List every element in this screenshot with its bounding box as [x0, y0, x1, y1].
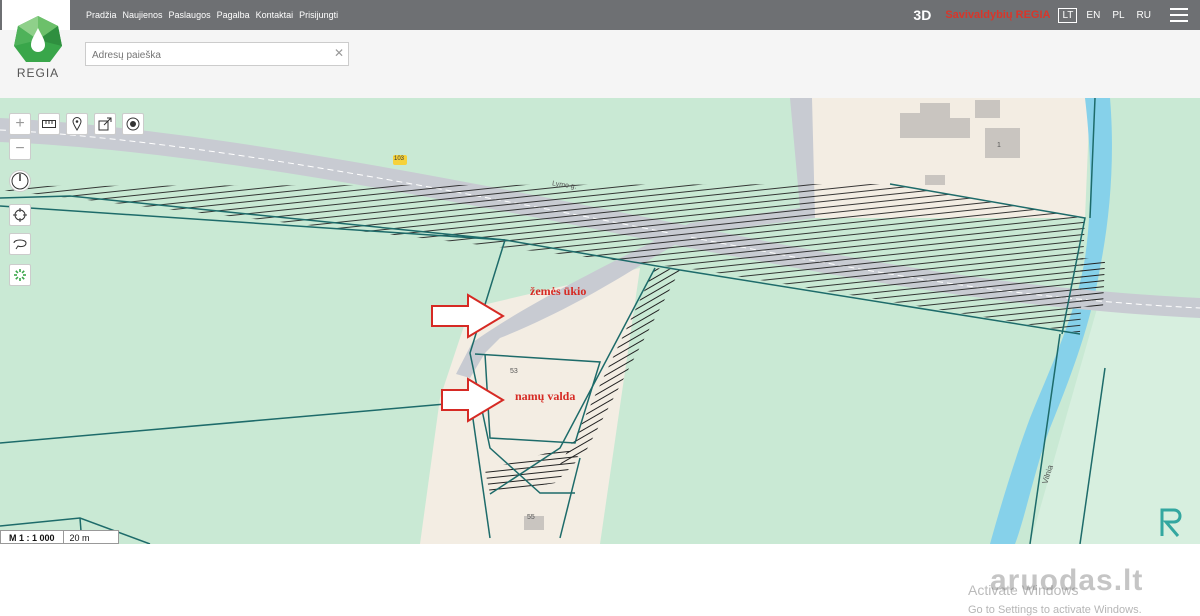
land-use-label: žemės ūkio — [530, 284, 587, 298]
nav-pradzia[interactable]: Pradžia — [86, 10, 117, 20]
address-search: ✕ — [85, 42, 349, 66]
map-pin-icon — [72, 117, 82, 131]
regia-logo-icon — [14, 16, 62, 62]
share-button[interactable] — [94, 113, 116, 135]
activate-windows-title: Activate Windows — [968, 582, 1079, 598]
plus-icon: + — [15, 115, 25, 132]
lang-lt[interactable]: LT — [1058, 7, 1078, 23]
ruler-icon — [42, 120, 56, 128]
map-canvas[interactable]: 103 Lymo g. Vilnia 53 55 1 žemės ūkio na… — [0, 97, 1200, 616]
crosshair-icon — [13, 208, 27, 222]
minus-icon: − — [15, 140, 25, 157]
draw-area-button[interactable] — [9, 233, 31, 255]
nav-prisijungti[interactable]: Prisijungti — [299, 10, 338, 20]
scale-distance: 20 m — [63, 530, 119, 544]
hamburger-menu-icon[interactable] — [1170, 8, 1188, 22]
parcel-55-label: 55 — [527, 514, 535, 521]
lang-ru[interactable]: RU — [1134, 9, 1154, 22]
map-scale: M 1 : 1 000 20 m — [0, 530, 119, 544]
share-icon — [98, 117, 112, 131]
marker-button[interactable] — [66, 113, 88, 135]
map-svg — [0, 97, 1200, 545]
layers-button[interactable] — [9, 264, 31, 286]
main-nav: Pradžia Naujienos Paslaugos Pagalba Kont… — [86, 0, 344, 30]
brand-title: Savivaldybių REGIA — [945, 9, 1051, 21]
right-nav: 3D Savivaldybių REGIA LT EN PL RU — [913, 0, 1200, 30]
header: REGIA ✕ — [0, 16, 1200, 99]
regia-logo[interactable]: REGIA — [12, 14, 64, 94]
nav-paslaugos[interactable]: Paslaugos — [169, 10, 211, 20]
clear-icon[interactable]: ✕ — [334, 46, 344, 60]
nav-naujienos[interactable]: Naujienos — [123, 10, 163, 20]
residential-use-label: namų valda — [515, 389, 576, 403]
compass-button[interactable] — [9, 170, 31, 192]
scale-ratio: M 1 : 1 000 — [0, 530, 64, 544]
building-1-label: 1 — [997, 142, 1001, 149]
loading-spinner-icon — [14, 269, 26, 281]
target-icon — [126, 117, 140, 131]
hatched-easement-river — [1080, 258, 1105, 308]
zoom-out-button[interactable]: − — [9, 138, 31, 160]
measure-button[interactable] — [38, 113, 60, 135]
zoom-in-button[interactable]: + — [9, 113, 31, 135]
compass-icon — [11, 172, 29, 190]
nav-kontaktai[interactable]: Kontaktai — [256, 10, 294, 20]
nav-pagalba[interactable]: Pagalba — [217, 10, 250, 20]
logo-text: REGIA — [16, 66, 60, 80]
crosshair-button[interactable] — [9, 204, 31, 226]
lang-pl[interactable]: PL — [1109, 9, 1127, 22]
road-number: 103 — [394, 156, 405, 162]
3d-view-button[interactable]: 3D — [913, 7, 931, 23]
lasso-icon — [13, 239, 27, 250]
activate-windows-subtitle: Go to Settings to activate Windows. — [968, 604, 1142, 616]
locate-button[interactable] — [122, 113, 144, 135]
search-input[interactable] — [90, 44, 334, 66]
lang-en[interactable]: EN — [1083, 9, 1103, 22]
top-navigation-bar: Pradžia Naujienos Paslaugos Pagalba Kont… — [0, 0, 1200, 30]
parcel-53-label: 53 — [510, 368, 518, 375]
regia-corner-logo-icon — [1160, 508, 1182, 537]
